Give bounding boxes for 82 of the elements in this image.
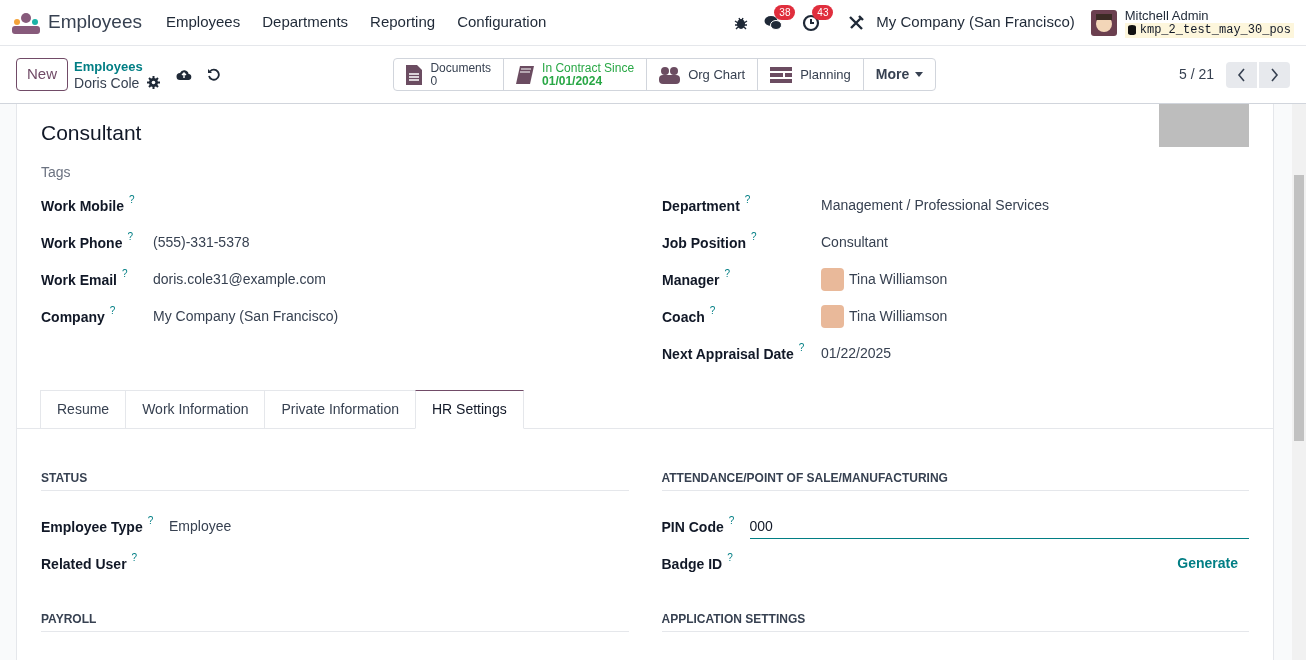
pager-value: 5 / 21 — [1178, 65, 1214, 84]
caret-icon — [915, 72, 924, 77]
user-avatar-icon — [1090, 9, 1117, 36]
count-badge: 38 — [774, 4, 796, 20]
menu-item[interactable]: Departments — [262, 11, 349, 34]
help-icon[interactable]: ? — [727, 552, 733, 563]
section-heading: APPLICATION SETTINGS — [661, 610, 1249, 632]
tools-icon — [848, 14, 865, 31]
field-value: (555)-331-5378 — [153, 233, 250, 252]
help-icon[interactable]: ? — [728, 515, 735, 526]
database-icon — [1127, 25, 1136, 35]
undo-icon — [207, 68, 221, 81]
help-icon[interactable]: ? — [128, 194, 135, 205]
help-icon[interactable]: ? — [744, 194, 751, 205]
book-icon — [516, 65, 535, 84]
previous-button[interactable] — [1226, 61, 1257, 88]
section-heading: ATTENDANCE/POINT OF SALE/MANUFACTURING — [661, 469, 1249, 491]
help-icon[interactable]: ? — [131, 552, 138, 563]
employee-link[interactable]: Tina Williamson — [849, 269, 948, 290]
field-label: Department — [662, 196, 740, 215]
field-value: Consultant — [821, 233, 888, 252]
help-icon[interactable]: ? — [122, 268, 128, 279]
section-heading: STATUS — [41, 469, 629, 491]
document-icon — [406, 64, 423, 85]
field-value: doris.cole31@example.com — [153, 270, 326, 289]
tab[interactable]: HR Settings — [415, 390, 524, 429]
user-name[interactable]: Mitchell Admin — [1124, 7, 1294, 23]
smart-button[interactable]: Documents 0 — [394, 59, 504, 90]
help-icon[interactable]: ? — [127, 231, 133, 242]
menu-item[interactable]: Employees — [166, 11, 241, 34]
smart-button[interactable]: Planning — [757, 59, 863, 90]
help-icon[interactable]: ? — [109, 305, 116, 316]
bug-icon — [734, 15, 749, 30]
field-label: Work Mobile — [41, 196, 124, 215]
tab[interactable]: Resume — [40, 390, 127, 429]
help-icon[interactable]: ? — [709, 305, 716, 316]
planning-icon — [770, 66, 793, 83]
chevron-right-icon — [1270, 67, 1279, 82]
app-name[interactable]: Employees — [48, 8, 142, 37]
field-label: Manager — [662, 270, 720, 289]
generate-button[interactable]: Generate — [1177, 553, 1249, 574]
settings-icon — [147, 76, 161, 89]
menu-item[interactable]: Configuration — [457, 11, 547, 34]
scrollbar-thumb[interactable] — [1294, 175, 1304, 441]
people-icon — [659, 65, 681, 84]
next-button[interactable] — [1259, 61, 1290, 88]
pin-code-input[interactable]: 000 — [749, 514, 1249, 539]
help-icon[interactable]: ? — [751, 231, 757, 242]
field-label: Coach — [662, 307, 705, 326]
field-label: PIN Code — [661, 517, 724, 536]
field-label: Employee Type — [41, 517, 143, 536]
company-switcher[interactable]: My Company (San Francisco) — [876, 11, 1075, 34]
smart-button[interactable]: Org Chart — [646, 59, 758, 90]
database-name: kmp_2_test_may_30_pos — [1124, 22, 1294, 38]
field-label: Next Appraisal Date — [662, 344, 794, 363]
field-label: Work Email — [41, 270, 117, 289]
breadcrumb-link[interactable]: Employees — [74, 58, 161, 75]
field-label: Job Position — [662, 233, 746, 252]
help-icon[interactable]: ? — [798, 342, 805, 353]
employee-link[interactable]: Tina Williamson — [849, 306, 948, 327]
field-label: Company — [41, 307, 105, 326]
field-value: Employee — [169, 517, 232, 536]
record-name: Doris Cole — [74, 74, 140, 91]
more-button[interactable]: More — [862, 59, 936, 90]
scrollbar[interactable] — [1292, 104, 1306, 660]
count-badge: 43 — [812, 4, 834, 20]
section-heading: PAYROLL — [41, 610, 629, 632]
field-value: My Company (San Francisco) — [153, 307, 339, 326]
cloud-upload-icon — [176, 68, 193, 81]
chevron-left-icon — [1237, 67, 1246, 82]
app-logo-icon — [12, 11, 40, 34]
new-button[interactable]: New — [16, 58, 68, 91]
help-icon[interactable]: ? — [724, 268, 731, 279]
field-value: Management / Professional Services — [821, 196, 1049, 215]
field-label: Work Phone — [41, 233, 123, 252]
tags-field[interactable]: Tags — [41, 162, 341, 183]
field-value: 01/22/2025 — [821, 344, 892, 363]
help-icon[interactable]: ? — [147, 515, 154, 526]
menu-item[interactable]: Reporting — [370, 11, 436, 34]
field-label: Badge ID — [661, 554, 723, 573]
field-label: Related User — [41, 554, 127, 573]
job-title: Consultant — [41, 121, 142, 144]
